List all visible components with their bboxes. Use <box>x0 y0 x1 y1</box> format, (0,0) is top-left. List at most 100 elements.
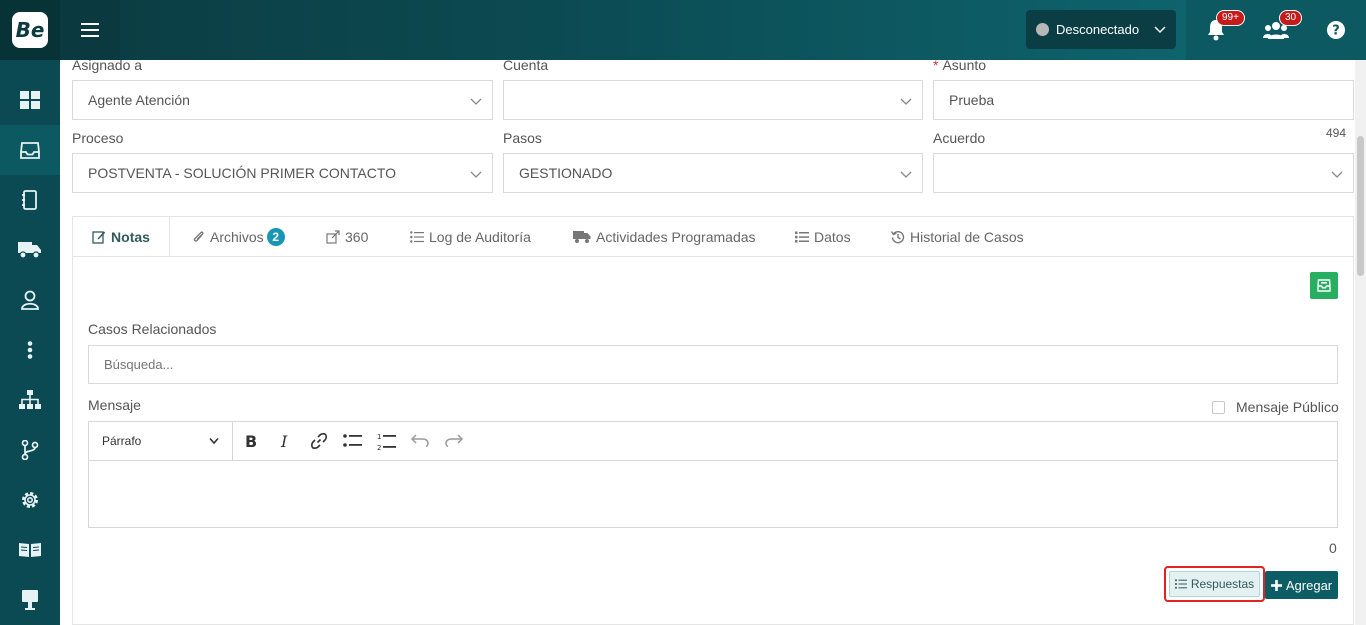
archivos-count-badge: 2 <box>266 228 285 246</box>
users-badge: 30 <box>1279 10 1303 26</box>
sidebar-item-more[interactable] <box>0 325 60 375</box>
tab-bar: Notas Archivos 2 360 Log de Auditoría Ac… <box>72 216 1354 257</box>
sidebar-item-dashboard[interactable] <box>0 75 60 125</box>
sidebar-item-user[interactable] <box>0 275 60 325</box>
git-branch-icon <box>21 440 39 460</box>
truck-icon <box>18 242 41 259</box>
notifications-button[interactable]: 99+ <box>1206 10 1245 46</box>
app-logo[interactable]: Be <box>12 12 48 48</box>
redo-icon <box>445 434 464 448</box>
undo-icon <box>410 434 429 448</box>
hamburger-menu-button[interactable] <box>60 0 120 60</box>
sidebar-item-inbox[interactable] <box>0 125 60 175</box>
page-scrollbar[interactable] <box>1355 60 1366 625</box>
bullet-list-button[interactable] <box>343 432 363 455</box>
connection-status-dropdown[interactable]: Desconectado <box>1026 10 1176 49</box>
steps-select[interactable]: GESTIONADO <box>503 153 923 193</box>
main-content: Asignado a Agente Atención Cuenta * Asunt… <box>60 60 1355 625</box>
tab-actividades[interactable]: Actividades Programadas <box>573 217 756 257</box>
subject-char-counter: 494 <box>1326 126 1347 140</box>
responses-button[interactable]: Respuestas <box>1169 571 1260 597</box>
top-icons-area: 99+ 30 ? <box>1186 0 1366 60</box>
format-value: Párrafo <box>102 434 142 448</box>
edit-icon <box>92 231 106 244</box>
subject-input[interactable]: Prueba <box>933 80 1354 120</box>
more-vertical-icon <box>27 341 33 359</box>
user-icon <box>21 290 39 310</box>
public-message-checkbox[interactable] <box>1212 400 1225 414</box>
redo-button[interactable] <box>445 432 464 453</box>
steps-value: GESTIONADO <box>519 165 613 181</box>
green-action-button[interactable] <box>1310 272 1338 299</box>
list-icon <box>410 231 424 243</box>
undo-button[interactable] <box>410 432 429 453</box>
editor-toolbar: Párrafo B I 12 <box>88 421 1338 461</box>
agreement-select[interactable] <box>933 153 1354 193</box>
list-icon <box>1174 579 1187 589</box>
sidebar <box>0 60 60 625</box>
bold-icon: B <box>245 432 257 451</box>
required-mark: * <box>933 60 939 73</box>
sitemap-icon <box>19 390 41 409</box>
tab-360[interactable]: 360 <box>326 217 368 257</box>
svg-text:B: B <box>245 432 257 450</box>
sidebar-item-settings[interactable] <box>0 475 60 525</box>
sidebar-item-hierarchy[interactable] <box>0 375 60 425</box>
sidebar-item-knowledge[interactable] <box>0 525 60 575</box>
account-label: Cuenta <box>503 60 549 73</box>
assigned-label: Asignado a <box>72 60 143 73</box>
list-ul-icon <box>795 231 809 243</box>
paragraph-format-select[interactable]: Párrafo <box>89 422 233 460</box>
process-value: POSTVENTA - SOLUCIÓN PRIMER CONTACTO <box>88 165 397 181</box>
truck-icon <box>573 231 591 243</box>
process-select[interactable]: POSTVENTA - SOLUCIÓN PRIMER CONTACTO <box>72 153 493 193</box>
process-label: Proceso <box>72 130 124 146</box>
sidebar-item-flows[interactable] <box>0 425 60 475</box>
message-char-count: 0 <box>1329 540 1337 556</box>
italic-icon: I <box>280 432 288 451</box>
public-message-checkbox-wrap[interactable]: Mensaje Público <box>1212 399 1339 415</box>
kiosk-icon <box>22 590 38 610</box>
account-select[interactable] <box>503 80 923 120</box>
sidebar-item-contacts-book[interactable] <box>0 175 60 225</box>
menu-icon <box>81 23 99 37</box>
tab-historial[interactable]: Historial de Casos <box>891 217 1024 257</box>
tab-archivos[interactable]: Archivos 2 <box>192 217 285 257</box>
help-button[interactable]: ? <box>1327 21 1345 44</box>
chevron-down-icon <box>209 437 219 445</box>
add-button[interactable]: Agregar <box>1265 571 1338 599</box>
tab-log-auditoria[interactable]: Log de Auditoría <box>410 217 531 257</box>
chevron-down-icon <box>900 171 912 178</box>
sidebar-item-kiosk[interactable] <box>0 575 60 625</box>
chevron-down-icon <box>470 98 482 105</box>
italic-button[interactable]: I <box>278 432 292 455</box>
scrollbar-thumb[interactable] <box>1357 136 1364 276</box>
subject-label: * Asunto <box>933 60 986 73</box>
tab-notas[interactable]: Notas <box>73 217 170 257</box>
subject-value: Prueba <box>949 92 995 108</box>
sidebar-item-shipping[interactable] <box>0 225 60 275</box>
link-icon <box>311 433 327 449</box>
svg-text:1: 1 <box>377 433 381 441</box>
message-editor[interactable] <box>88 460 1338 528</box>
numbered-list-button[interactable]: 12 <box>377 432 397 457</box>
history-icon <box>891 231 905 244</box>
chevron-down-icon <box>1154 26 1166 34</box>
message-label: Mensaje <box>88 397 141 413</box>
related-cases-label: Casos Relacionados <box>88 321 217 337</box>
chevron-down-icon <box>1331 171 1343 178</box>
top-bar: Be Desconectado 99+ 30 ? <box>0 0 1366 60</box>
related-cases-search-input[interactable] <box>88 345 1338 384</box>
tab-datos[interactable]: Datos <box>795 217 851 257</box>
dashboard-icon <box>20 91 40 109</box>
paperclip-icon <box>193 231 204 242</box>
subject-label-text: Asunto <box>942 60 987 73</box>
chevron-down-icon <box>470 171 482 178</box>
bold-button[interactable]: B <box>244 432 258 455</box>
users-button[interactable]: 30 <box>1263 10 1303 45</box>
link-button[interactable] <box>310 432 328 455</box>
address-book-icon <box>22 190 37 210</box>
assigned-select[interactable]: Agente Atención <box>72 80 493 120</box>
status-dot <box>1036 23 1049 36</box>
inbox-icon <box>1317 279 1331 292</box>
